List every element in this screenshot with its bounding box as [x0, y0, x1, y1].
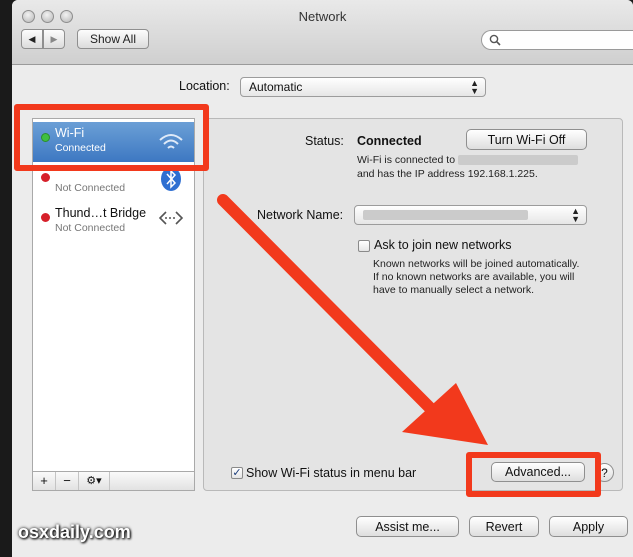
service-status: Not Connected — [55, 182, 126, 194]
back-arrow-icon: ◀ — [28, 33, 36, 44]
service-name: Thund…t Bridge — [55, 206, 147, 220]
location-label: Location: — [179, 79, 230, 93]
forward-button[interactable]: ▶ — [43, 29, 65, 49]
location-popup[interactable]: Automatic ▲ ▼ — [240, 77, 486, 97]
assist-me-button[interactable]: Assist me... — [356, 516, 459, 537]
network-name-label: Network Name: — [257, 208, 344, 222]
ask-to-join-help-line2: If no known networks are available, you … — [373, 271, 575, 283]
ask-to-join-help-line3: have to manually select a network. — [373, 284, 535, 296]
highlight-box-advanced — [466, 452, 601, 497]
popup-arrows-icon: ▲ ▼ — [571, 206, 580, 224]
watermark: osxdaily.com — [18, 522, 131, 542]
ask-to-join-checkbox[interactable] — [358, 240, 370, 252]
turn-wifi-off-button[interactable]: Turn Wi-Fi Off — [466, 129, 587, 150]
status-value: Connected — [357, 134, 422, 148]
add-service-button[interactable]: + — [33, 472, 56, 490]
search-icon — [489, 34, 501, 46]
revert-button[interactable]: Revert — [469, 516, 539, 537]
popup-arrows-icon: ▲ ▼ — [470, 78, 479, 96]
back-button[interactable]: ◀ — [21, 29, 43, 49]
show-wifi-status-label: Show Wi-Fi status in menu bar — [246, 466, 417, 480]
search-input[interactable] — [481, 30, 633, 50]
apply-button[interactable]: Apply — [549, 516, 628, 537]
title-bar: Network ◀ ▶ Show All — [12, 0, 633, 65]
service-list: Wi-Fi Connected Not Connected Thund…t Br… — [32, 118, 195, 491]
forward-arrow-icon: ▶ — [50, 33, 58, 44]
network-name-popup[interactable]: ▲ ▼ — [354, 205, 587, 225]
thunderbolt-bridge-icon — [158, 211, 184, 225]
wifi-details-panel: Status: Connected Turn Wi-Fi Off Wi-Fi i… — [203, 118, 623, 491]
gear-menu-button[interactable]: ⚙▾ — [79, 472, 110, 490]
show-wifi-status-checkbox[interactable]: ✓ — [231, 467, 243, 479]
ask-to-join-help-line1: Known networks will be joined automatica… — [373, 258, 580, 270]
status-dot — [41, 213, 50, 222]
status-dot — [41, 173, 50, 182]
location-value: Automatic — [249, 80, 303, 94]
ask-to-join-label: Ask to join new networks — [374, 238, 512, 252]
status-description-line2: and has the IP address 192.168.1.225. — [357, 168, 538, 180]
redacted-network-name — [363, 210, 528, 220]
service-list-toolbar: + − ⚙▾ — [32, 471, 195, 491]
service-item-thunderbolt-bridge[interactable]: Thund…t Bridge Not Connected — [33, 202, 194, 242]
window-title: Network — [298, 9, 347, 24]
service-status: Not Connected — [55, 222, 126, 234]
show-all-button[interactable]: Show All — [77, 29, 149, 49]
status-label: Status: — [305, 134, 344, 148]
redacted-network-name — [457, 155, 578, 166]
status-description-line1: Wi-Fi is connected to — [357, 154, 578, 167]
remove-service-button[interactable]: − — [56, 472, 79, 490]
highlight-box-wifi — [14, 104, 209, 171]
